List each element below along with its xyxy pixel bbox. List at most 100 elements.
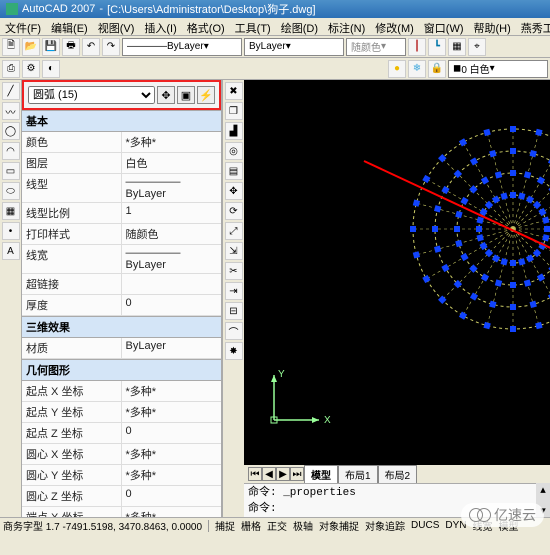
tool-g-icon[interactable]: ◐	[42, 60, 60, 78]
explode-icon[interactable]: ✸	[225, 342, 243, 360]
move-icon[interactable]: ✥	[225, 182, 243, 200]
prop-value[interactable]: 1	[122, 203, 222, 224]
lineweight-combo[interactable]: ByLayer ▾	[244, 38, 344, 56]
menu-view[interactable]: 视图(V)	[93, 18, 140, 35]
bulb-icon[interactable]: ●	[388, 60, 406, 78]
status-polar[interactable]: 极轴	[293, 518, 313, 533]
print-icon[interactable]: 🖶	[62, 38, 80, 56]
prop-value[interactable]: 白色	[122, 153, 222, 174]
polyline-tool-icon[interactable]: 〰	[2, 102, 20, 120]
status-osnap[interactable]: 对象捕捉	[319, 518, 359, 533]
prop-value[interactable]: 0	[122, 423, 222, 444]
status-ortho[interactable]: 正交	[267, 518, 287, 533]
arc-tool-icon[interactable]: ◠	[2, 142, 20, 160]
status-ducs[interactable]: DUCS	[411, 520, 439, 531]
prop-value[interactable]: 随颜色	[122, 224, 222, 245]
prop-value[interactable]: *多种*	[122, 402, 222, 423]
pick-add-icon[interactable]: ✥	[157, 86, 175, 104]
tab-last-icon[interactable]: ⏭	[290, 467, 304, 481]
prop-value[interactable]: *多种*	[122, 465, 222, 486]
prop-value[interactable]: *多种*	[122, 507, 222, 517]
rotate-icon[interactable]: ⟳	[225, 202, 243, 220]
menu-insert[interactable]: 插入(I)	[139, 18, 181, 35]
select-obj-icon[interactable]: ▣	[177, 86, 195, 104]
ellipse-tool-icon[interactable]: ⬭	[2, 182, 20, 200]
prop-value[interactable]: *多种*	[122, 381, 222, 402]
prop-label: 起点 Y 坐标	[22, 402, 122, 423]
circle-tool-icon[interactable]: ◯	[2, 122, 20, 140]
undo-icon[interactable]: ↶	[82, 38, 100, 56]
menu-help[interactable]: 帮助(H)	[469, 18, 516, 35]
prop-value[interactable]: 0	[122, 295, 222, 316]
hatch-tool-icon[interactable]: ▦	[2, 202, 20, 220]
tool-d-icon[interactable]: ⌖	[468, 38, 486, 56]
copy-icon[interactable]: ❐	[225, 102, 243, 120]
tab-prev-icon[interactable]: ◀	[262, 467, 276, 481]
linetype-combo[interactable]: ———— ByLayer ▾	[122, 38, 242, 56]
prop-value[interactable]: *多种*	[122, 132, 222, 153]
fillet-icon[interactable]: ⌒	[225, 322, 243, 340]
lock-icon[interactable]: 🔒	[428, 60, 446, 78]
save-icon[interactable]: 💾	[42, 38, 60, 56]
point-tool-icon[interactable]: •	[2, 222, 20, 240]
tool-b-icon[interactable]: ┗	[428, 38, 446, 56]
drawing-canvas[interactable]: X Y	[244, 80, 550, 465]
menu-modify[interactable]: 修改(M)	[370, 18, 419, 35]
tab-model[interactable]: 模型	[304, 465, 338, 484]
line-tool-icon[interactable]: ╱	[2, 82, 20, 100]
text-tool-icon[interactable]: A	[2, 242, 20, 260]
menu-dimension[interactable]: 标注(N)	[323, 18, 370, 35]
tab-next-icon[interactable]: ▶	[276, 467, 290, 481]
trim-icon[interactable]: ✂	[225, 262, 243, 280]
tab-first-icon[interactable]: ⏮	[248, 467, 262, 481]
prop-label: 厚度	[22, 295, 122, 316]
prop-label: 超链接	[22, 274, 122, 295]
menu-format[interactable]: 格式(O)	[182, 18, 230, 35]
prop-value[interactable]: 0	[122, 486, 222, 507]
tab-layout2[interactable]: 布局2	[378, 465, 418, 484]
redo-icon[interactable]: ↷	[102, 38, 120, 56]
prop-value[interactable]: ————— ByLayer	[122, 174, 222, 203]
erase-icon[interactable]: ✖	[225, 82, 243, 100]
prop-value[interactable]: *多种*	[122, 444, 222, 465]
break-icon[interactable]: ⊟	[225, 302, 243, 320]
scale-icon[interactable]: ⤢	[225, 222, 243, 240]
mirror-icon[interactable]: ▟	[225, 122, 243, 140]
status-snap[interactable]: 捕捉	[215, 518, 235, 533]
tool-f-icon[interactable]: ⚙	[22, 60, 40, 78]
stretch-icon[interactable]: ⇲	[225, 242, 243, 260]
menu-yanxiu[interactable]: 燕秀工具箱2.81(Y)	[516, 18, 550, 35]
tool-c-icon[interactable]: ▦	[448, 38, 466, 56]
command-history: 命令: _properties	[248, 483, 532, 499]
array-icon[interactable]: ▤	[225, 162, 243, 180]
svg-text:Y: Y	[278, 369, 285, 380]
menu-draw[interactable]: 绘图(D)	[276, 18, 323, 35]
layer-combo[interactable]: ◼ 0 白色 ▾	[448, 60, 548, 78]
rect-tool-icon[interactable]: ▭	[2, 162, 20, 180]
menu-tools[interactable]: 工具(T)	[230, 18, 276, 35]
prop-label: 圆心 X 坐标	[22, 444, 122, 465]
new-icon[interactable]: 🗎	[2, 38, 20, 56]
open-icon[interactable]: 📂	[22, 38, 40, 56]
offset-icon[interactable]: ◎	[225, 142, 243, 160]
prop-value[interactable]: ByLayer	[122, 338, 222, 359]
menu-file[interactable]: 文件(F)	[0, 18, 46, 35]
drawing-geometry	[403, 119, 550, 339]
extend-icon[interactable]: ⇥	[225, 282, 243, 300]
selection-combo[interactable]: 圆弧 (15)	[28, 86, 155, 104]
quick-select-icon[interactable]: ⚡	[197, 86, 215, 104]
modify-toolbar: ✖ ❐ ▟ ◎ ▤ ✥ ⟳ ⤢ ⇲ ✂ ⇥ ⊟ ⌒ ✸	[222, 80, 244, 517]
tool-e-icon[interactable]: ⎙	[2, 60, 20, 78]
freeze-icon[interactable]: ❄	[408, 60, 426, 78]
prop-value[interactable]: ————— ByLayer	[122, 245, 222, 274]
menu-window[interactable]: 窗口(W)	[419, 18, 469, 35]
menu-edit[interactable]: 编辑(E)	[46, 18, 93, 35]
prop-value[interactable]	[122, 274, 222, 295]
prop-label: 起点 X 坐标	[22, 381, 122, 402]
status-grid[interactable]: 栅格	[241, 518, 261, 533]
tool-a-icon[interactable]: ┃	[408, 38, 426, 56]
plotstyle-combo[interactable]: 随颜色 ▾	[346, 38, 406, 56]
layout-tabs: ⏮ ◀ ▶ ⏭ 模型 布局1 布局2	[244, 465, 550, 483]
tab-layout1[interactable]: 布局1	[338, 465, 378, 484]
status-otrack[interactable]: 对象追踪	[365, 518, 405, 533]
